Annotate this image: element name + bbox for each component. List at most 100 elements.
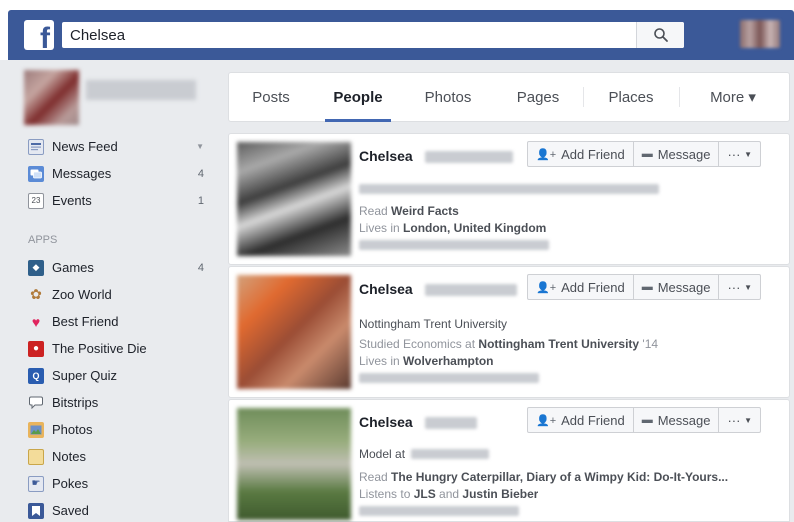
photos-icon [28, 421, 44, 438]
add-friend-label: Add Friend [561, 412, 625, 428]
result-school-line: Nottingham Trent University [359, 317, 508, 331]
redacted-line [359, 184, 659, 194]
chevron-down-icon: ▼ [744, 415, 753, 425]
redacted-surname [425, 284, 517, 296]
sidebar-item-label: Zoo World [52, 287, 112, 302]
message-label: Message [657, 146, 711, 162]
sidebar-item-label: Super Quiz [52, 368, 118, 383]
result-music-line: Listens to JLS and Justin Bieber [359, 487, 539, 501]
redacted-line [359, 506, 519, 516]
tab-photos[interactable]: Photos [403, 73, 493, 121]
speech-bubble-icon [28, 395, 44, 411]
search-button[interactable] [636, 22, 684, 48]
message-icon: ▬ [641, 281, 653, 293]
more-label: ··· [727, 279, 741, 295]
pokes-icon: ☛ [28, 475, 44, 492]
message-button[interactable]: ▬ Message [632, 274, 720, 300]
more-options-button[interactable]: ··· ▼ [718, 407, 762, 433]
sidebar-item-label: Games [52, 260, 94, 275]
chevron-down-icon[interactable]: ▼ [196, 142, 204, 151]
sidebar-item-label: News Feed [52, 139, 118, 154]
quiz-icon: Q [28, 367, 44, 384]
tab-posts[interactable]: Posts [229, 73, 313, 121]
games-icon: ◆ [28, 259, 44, 276]
sidebar-item-label: The Positive Die [52, 341, 147, 356]
result-profile-photo[interactable] [237, 408, 351, 520]
paw-icon: ✿ [30, 286, 42, 302]
sidebar-item-saved[interactable]: Saved [28, 497, 212, 522]
sidebar-item-games[interactable]: ◆ Games 4 [28, 254, 212, 281]
people-result-card[interactable]: Chelsea 👤+ Add Friend ▬ Message ··· ▼ Mode… [228, 399, 790, 522]
sidebar-item-label: Events [52, 193, 92, 208]
sidebar-item-best-friend[interactable]: ♥ Best Friend [28, 308, 212, 335]
add-friend-button[interactable]: 👤+ Add Friend [527, 141, 634, 167]
apps-section-header: APPS [28, 234, 58, 246]
sidebar-item-pokes[interactable]: ☛ Pokes [28, 470, 212, 497]
result-location-line: Lives in London, United Kingdom [359, 221, 547, 235]
sidebar-item-bitstrips[interactable]: Bitstrips [28, 389, 212, 416]
sidebar-item-count: 4 [197, 261, 204, 274]
message-icon: ▬ [641, 414, 653, 426]
more-label: ··· [727, 146, 741, 162]
message-label: Message [657, 279, 711, 295]
sidebar-item-messages[interactable]: Messages 4 [28, 160, 212, 187]
message-button[interactable]: ▬ Message [632, 407, 720, 433]
tab-divider [679, 87, 680, 107]
result-work-line: Model at [359, 447, 406, 461]
tab-places[interactable]: Places [583, 73, 679, 121]
search-icon [654, 28, 668, 42]
result-detail-line: Read Weird Facts [359, 204, 459, 218]
redacted-line [359, 373, 539, 383]
result-detail-line: Read The Hungry Caterpillar, Diary of a … [359, 470, 729, 484]
redacted-surname [425, 151, 513, 163]
search-box [62, 22, 684, 48]
account-avatar[interactable] [740, 20, 780, 48]
tab-people[interactable]: People [313, 73, 403, 122]
result-name[interactable]: Chelsea [359, 148, 413, 164]
sidebar-item-the-positive-die[interactable]: ● The Positive Die [28, 335, 212, 362]
sidebar-item-label: Messages [52, 166, 112, 181]
message-button[interactable]: ▬ Message [632, 141, 720, 167]
heart-icon: ♥ [31, 313, 41, 330]
sidebar-item-count: 4 [197, 167, 204, 180]
more-label: ··· [727, 412, 741, 428]
people-result-card[interactable]: Chelsea 👤+ Add Friend ▬ Message ··· ▼ Nott… [228, 266, 790, 398]
sidebar-item-super-quiz[interactable]: Q Super Quiz [28, 362, 212, 389]
sidebar-item-events[interactable]: 23 Events 1 [28, 187, 212, 214]
add-friend-icon: 👤+ [536, 414, 557, 427]
result-location-line: Lives in Wolverhampton [359, 354, 494, 368]
tab-more[interactable]: More ▾ [679, 73, 787, 121]
result-name[interactable]: Chelsea [359, 281, 413, 297]
sidebar-item-zoo-world[interactable]: ✿ Zoo World [28, 281, 212, 308]
result-profile-photo[interactable] [237, 275, 351, 389]
die-icon: ● [28, 340, 44, 357]
search-input[interactable] [70, 22, 630, 48]
facebook-logo-icon[interactable]: f [24, 20, 54, 50]
add-friend-label: Add Friend [561, 146, 625, 162]
result-actions: 👤+ Add Friend ▬ Message ··· ▼ [527, 274, 762, 300]
sidebar-item-label: Notes [52, 449, 86, 464]
profile-picture[interactable] [24, 70, 79, 125]
tab-divider [583, 87, 584, 107]
sidebar-item-news-feed[interactable]: News Feed ▼ [28, 133, 212, 160]
add-friend-icon: 👤+ [536, 281, 557, 294]
result-name[interactable]: Chelsea [359, 414, 413, 430]
redacted-employer [411, 449, 489, 459]
sidebar-item-label: Bitstrips [52, 395, 99, 410]
add-friend-button[interactable]: 👤+ Add Friend [527, 407, 634, 433]
sidebar-item-notes[interactable]: Notes [28, 443, 212, 470]
message-icon: ▬ [641, 148, 653, 160]
profile-name-redacted[interactable] [86, 80, 196, 100]
sidebar-item-photos[interactable]: Photos [28, 416, 212, 443]
left-nav: News Feed ▼ Messages 4 23 Events 1 APPS … [28, 133, 212, 522]
more-options-button[interactable]: ··· ▼ [718, 274, 762, 300]
people-result-card[interactable]: Chelsea 👤+ Add Friend ▬ Message ··· ▼ Read… [228, 133, 790, 265]
message-label: Message [657, 412, 711, 428]
messages-icon [28, 165, 44, 182]
tab-pages[interactable]: Pages [493, 73, 583, 121]
more-options-button[interactable]: ··· ▼ [718, 141, 762, 167]
add-friend-button[interactable]: 👤+ Add Friend [527, 274, 634, 300]
events-icon: 23 [28, 192, 44, 209]
result-profile-photo[interactable] [237, 142, 351, 256]
chevron-down-icon: ▼ [744, 149, 753, 159]
